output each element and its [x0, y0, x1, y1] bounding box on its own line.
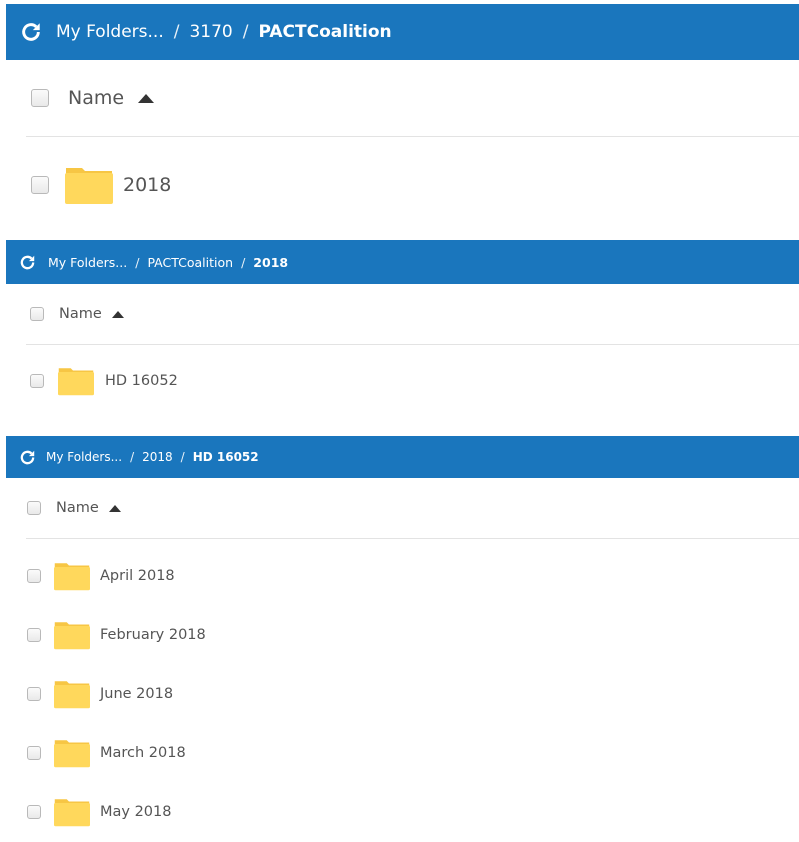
folder-list: April 2018 February 2018 June 2018 March…: [6, 539, 799, 842]
column-header-row: Name: [6, 284, 799, 344]
refresh-icon[interactable]: [19, 254, 36, 271]
folder-browser-panel-3: My Folders... / 2018 / HD 16052 Name Apr…: [6, 436, 799, 842]
breadcrumb-bar: My Folders... / 3170 / PACTCoalition: [6, 4, 799, 60]
row-checkbox[interactable]: [27, 568, 41, 583]
select-all-checkbox[interactable]: [27, 501, 41, 515]
folder-icon[interactable]: [53, 738, 91, 768]
select-all-checkbox[interactable]: [30, 307, 44, 321]
row-checkbox[interactable]: [27, 627, 41, 642]
row-checkbox[interactable]: [27, 746, 41, 761]
breadcrumb-separator: /: [130, 450, 135, 464]
sort-ascending-icon[interactable]: [111, 310, 124, 318]
breadcrumb-separator: /: [180, 450, 185, 464]
column-header-row: Name: [6, 60, 799, 136]
column-header-row: Name: [6, 478, 799, 538]
folder-name[interactable]: May 2018: [100, 804, 172, 820]
folder-icon[interactable]: [64, 165, 114, 205]
folder-name[interactable]: March 2018: [100, 745, 186, 761]
folder-row[interactable]: May 2018: [6, 783, 799, 842]
row-checkbox[interactable]: [27, 686, 41, 701]
refresh-icon[interactable]: [19, 449, 36, 466]
folder-row[interactable]: April 2018: [6, 546, 799, 605]
row-checkbox[interactable]: [31, 176, 49, 194]
folder-icon[interactable]: [57, 366, 95, 396]
breadcrumb-current: 2018: [253, 254, 289, 270]
folder-icon[interactable]: [53, 679, 91, 709]
breadcrumb-item[interactable]: My Folders...: [46, 450, 122, 464]
breadcrumb-separator: /: [242, 22, 249, 42]
name-column-header[interactable]: Name: [56, 500, 99, 516]
breadcrumb-item[interactable]: My Folders...: [48, 255, 127, 270]
folder-name[interactable]: February 2018: [100, 627, 206, 643]
folder-name[interactable]: June 2018: [100, 686, 173, 702]
breadcrumb-bar: My Folders... / PACTCoalition / 2018: [6, 240, 799, 284]
select-all-checkbox[interactable]: [31, 89, 49, 107]
folder-name[interactable]: HD 16052: [105, 373, 178, 389]
folder-name[interactable]: April 2018: [100, 568, 175, 584]
folder-icon[interactable]: [53, 561, 91, 591]
breadcrumb-separator: /: [135, 254, 140, 270]
breadcrumb-item[interactable]: My Folders...: [56, 22, 164, 42]
row-checkbox[interactable]: [30, 374, 44, 388]
folder-name[interactable]: 2018: [123, 174, 171, 196]
folder-browser-panel-2: My Folders... / PACTCoalition / 2018 Nam…: [6, 240, 799, 417]
breadcrumb-separator: /: [173, 22, 180, 42]
folder-row[interactable]: 2018: [6, 137, 799, 233]
breadcrumb-current: PACTCoalition: [258, 22, 392, 42]
sort-ascending-icon[interactable]: [108, 504, 121, 512]
sort-ascending-icon[interactable]: [138, 93, 155, 103]
folder-row[interactable]: June 2018: [6, 664, 799, 723]
breadcrumb-item[interactable]: 2018: [142, 450, 173, 464]
folder-row[interactable]: February 2018: [6, 605, 799, 664]
folder-browser-panel-1: My Folders... / 3170 / PACTCoalition Nam…: [6, 4, 799, 233]
row-checkbox[interactable]: [27, 805, 41, 820]
folder-row[interactable]: March 2018: [6, 724, 799, 783]
breadcrumb-separator: /: [241, 254, 246, 270]
breadcrumb-bar: My Folders... / 2018 / HD 16052: [6, 436, 799, 478]
name-column-header[interactable]: Name: [68, 87, 124, 109]
breadcrumb-item[interactable]: PACTCoalition: [147, 255, 233, 270]
breadcrumb-item[interactable]: 3170: [189, 22, 232, 42]
folder-row[interactable]: HD 16052: [6, 345, 799, 417]
folder-icon[interactable]: [53, 620, 91, 650]
refresh-icon[interactable]: [20, 21, 42, 43]
name-column-header[interactable]: Name: [59, 306, 102, 322]
folder-icon[interactable]: [53, 797, 91, 827]
breadcrumb-current: HD 16052: [192, 450, 259, 464]
folder-list: HD 16052: [6, 345, 799, 417]
folder-list: 2018: [6, 137, 799, 233]
